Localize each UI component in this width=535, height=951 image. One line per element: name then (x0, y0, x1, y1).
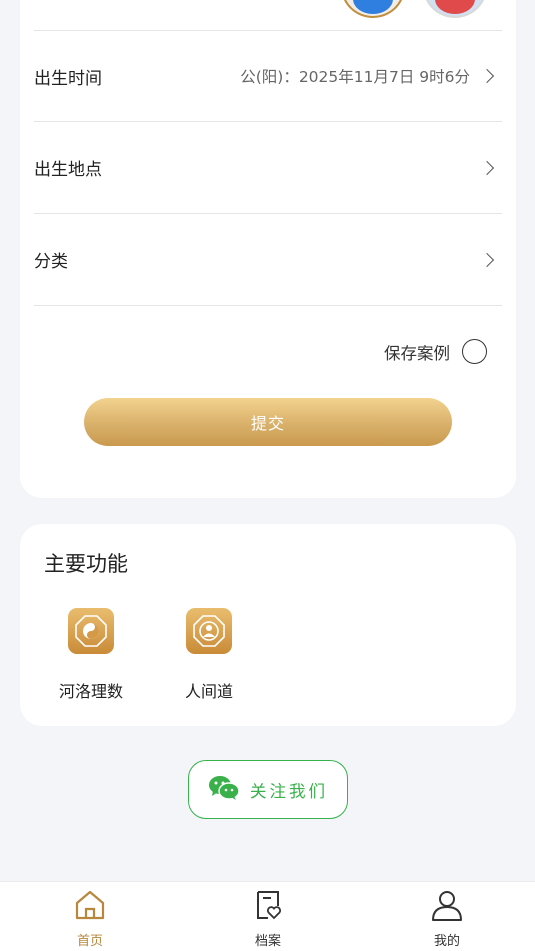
feature-renjiandao[interactable]: 人间道 (164, 608, 254, 702)
bottom-tab-bar: 首页 档案 我的 (0, 881, 535, 951)
chevron-right-icon (479, 252, 495, 267)
wechat-icon (208, 775, 240, 805)
tab-mine[interactable]: 我的 (407, 888, 487, 949)
feature-label: 人间道 (184, 682, 233, 701)
tab-label: 档案 (254, 934, 281, 949)
features-card: 主要功能 河洛理数 人间道 (20, 524, 516, 726)
save-case-label: 保存案例 (384, 343, 450, 363)
follow-us-label: 关注我们 (250, 781, 328, 801)
tab-home[interactable]: 首页 (50, 888, 130, 949)
home-icon (73, 888, 107, 926)
male-avatar-option[interactable] (341, 0, 405, 18)
tab-archive[interactable]: 档案 (228, 888, 308, 949)
features-title: 主要功能 (44, 552, 128, 576)
birth-place-label: 出生地点 (34, 160, 102, 180)
chevron-right-icon (479, 160, 495, 175)
save-case-toggle[interactable]: 保存案例 (384, 339, 487, 364)
birth-place-row[interactable]: 出生地点 (34, 122, 502, 214)
category-label: 分类 (34, 252, 68, 272)
save-case-radio[interactable] (462, 339, 487, 364)
birth-time-row[interactable]: 出生时间 公(阳)：2025年11月7日 9时6分 (34, 30, 502, 122)
birth-time-label: 出生时间 (34, 68, 102, 89)
user-icon (430, 888, 464, 926)
category-row[interactable]: 分类 (34, 214, 502, 306)
gender-selector (0, 0, 535, 20)
tab-label: 首页 (76, 934, 103, 949)
birth-time-value: 公(阳)：2025年11月7日 9时6分 (240, 68, 470, 86)
feature-label: 河洛理数 (58, 682, 123, 701)
female-avatar-option[interactable] (423, 0, 487, 18)
feature-heluo[interactable]: 河洛理数 (46, 608, 136, 702)
tab-label: 我的 (433, 934, 460, 949)
archive-heart-icon (251, 888, 285, 926)
person-bagua-icon (186, 608, 232, 654)
yin-yang-icon (68, 608, 114, 654)
follow-us-button[interactable]: 关注我们 (188, 760, 348, 819)
submit-button[interactable]: 提交 (84, 398, 452, 446)
chevron-right-icon (479, 68, 495, 84)
